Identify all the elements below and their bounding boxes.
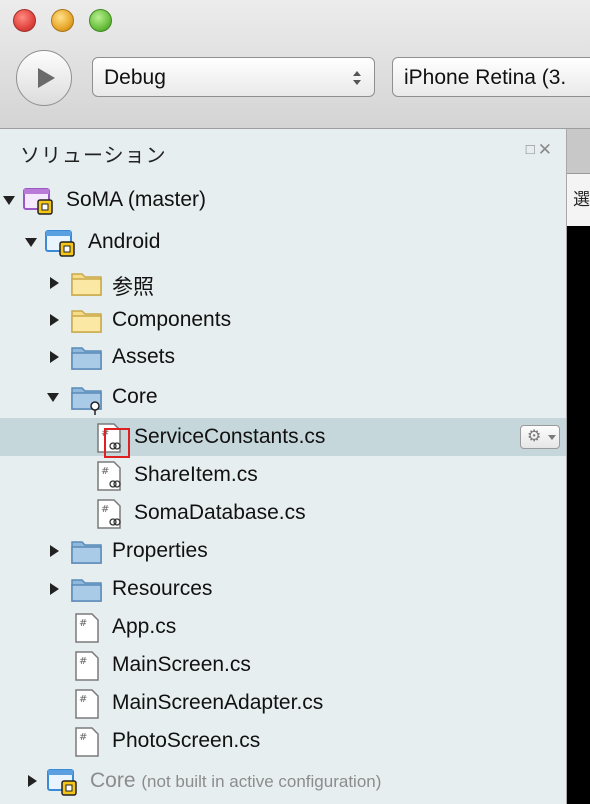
- tree-row-solution[interactable]: SoMA (master): [0, 181, 566, 219]
- tree-row-main-screen-adapter[interactable]: # MainScreenAdapter.cs: [0, 684, 566, 722]
- pin-icon[interactable]: □: [526, 142, 535, 157]
- editor-tab-label[interactable]: 選: [567, 174, 590, 226]
- run-button[interactable]: [16, 50, 72, 106]
- tree-label: MainScreen.cs: [112, 653, 251, 676]
- project-icon: [45, 230, 75, 257]
- tree-row-main-screen[interactable]: # MainScreen.cs: [0, 646, 566, 684]
- tree-row-photo-screen[interactable]: # PhotoScreen.cs: [0, 722, 566, 760]
- expand-toggle-icon[interactable]: [50, 545, 59, 557]
- tree-row-service-constants[interactable]: # ServiceConstants.cs ⚙: [0, 418, 566, 456]
- row-options-button[interactable]: ⚙: [520, 425, 560, 449]
- svg-text:#: #: [79, 656, 87, 667]
- expand-toggle-icon[interactable]: [47, 393, 59, 402]
- expand-toggle-icon[interactable]: [3, 196, 15, 205]
- expand-toggle-icon[interactable]: [50, 351, 59, 363]
- linked-folder-icon: [71, 387, 102, 415]
- svg-text:#: #: [79, 732, 87, 743]
- core-project-note: (not built in active configuration): [141, 772, 382, 791]
- tree-label: ShareItem.cs: [134, 463, 258, 486]
- cs-file-icon: #: [75, 613, 99, 643]
- minimize-window-button[interactable]: [51, 9, 74, 32]
- device-value: iPhone Retina (3.: [404, 66, 567, 89]
- expand-toggle-icon[interactable]: [25, 238, 37, 247]
- tree-row-share-item[interactable]: # ShareItem.cs: [0, 456, 566, 494]
- expand-toggle-icon[interactable]: [50, 277, 59, 289]
- tree-label: MainScreenAdapter.cs: [112, 691, 324, 714]
- tree-label: SoMA (master): [66, 188, 207, 211]
- close-window-button[interactable]: [13, 9, 36, 32]
- configuration-value: Debug: [104, 66, 166, 89]
- svg-text:#: #: [101, 466, 109, 477]
- expand-toggle-icon[interactable]: [50, 583, 59, 595]
- tree-label: Core (not built in active configuration): [90, 769, 381, 793]
- linked-cs-file-icon: #: [97, 499, 121, 529]
- pane-divider[interactable]: [566, 129, 567, 804]
- tree-label: Components: [112, 308, 232, 331]
- linked-cs-file-icon: #: [97, 461, 121, 491]
- tree-row-components[interactable]: Components: [0, 301, 566, 339]
- folder-icon: [71, 541, 102, 564]
- solution-icon: [23, 188, 53, 215]
- tree-row-app[interactable]: # App.cs: [0, 608, 566, 646]
- updown-chevron-icon: [353, 71, 361, 85]
- tree-label: Core: [112, 385, 158, 408]
- zoom-window-button[interactable]: [89, 9, 112, 32]
- tree-label: SomaDatabase.cs: [134, 501, 306, 524]
- project-icon: [47, 769, 77, 796]
- tree-label: 参照: [112, 276, 154, 299]
- tree-row-assets[interactable]: Assets: [0, 338, 566, 376]
- tree-label: Properties: [112, 539, 208, 562]
- tree-label: ServiceConstants.cs: [134, 425, 326, 448]
- cs-file-icon: #: [75, 689, 99, 719]
- tree-row-references[interactable]: 参照: [0, 264, 566, 302]
- chevron-down-icon: [548, 435, 556, 440]
- tree-row-core-project[interactable]: Core (not built in active configuration): [0, 762, 566, 800]
- svg-text:#: #: [79, 694, 87, 705]
- cs-file-icon: #: [75, 727, 99, 757]
- tree-label: Assets: [112, 345, 176, 368]
- highlight-annotation: [104, 428, 130, 458]
- folder-icon: [71, 347, 102, 370]
- editor-area: [567, 129, 590, 804]
- expand-toggle-icon[interactable]: [50, 314, 59, 326]
- folder-icon: [71, 273, 102, 296]
- tree-label: Android: [88, 230, 161, 253]
- tree-row-core-folder[interactable]: Core: [0, 378, 566, 416]
- gear-icon: ⚙: [527, 428, 542, 445]
- close-icon[interactable]: ✕: [538, 141, 552, 158]
- tree-row-resources[interactable]: Resources: [0, 570, 566, 608]
- tree-row-android-project[interactable]: Android: [0, 223, 566, 261]
- expand-toggle-icon[interactable]: [28, 775, 37, 787]
- svg-text:#: #: [101, 504, 109, 515]
- tree-row-soma-database[interactable]: # SomaDatabase.cs: [0, 494, 566, 532]
- configuration-select[interactable]: Debug: [92, 57, 375, 97]
- play-icon: [38, 68, 55, 88]
- svg-text:#: #: [79, 618, 87, 629]
- folder-icon: [71, 579, 102, 602]
- editor-tab-bar: [567, 129, 590, 174]
- tree-label: PhotoScreen.cs: [112, 729, 261, 752]
- tree-row-properties[interactable]: Properties: [0, 532, 566, 570]
- solution-pad-header: ソリューション □ ✕: [0, 129, 566, 171]
- device-select[interactable]: iPhone Retina (3.: [392, 57, 590, 97]
- tree-label: Resources: [112, 577, 213, 600]
- folder-icon: [71, 310, 102, 333]
- core-project-name: Core: [90, 769, 136, 792]
- tree-label: App.cs: [112, 615, 177, 638]
- cs-file-icon: #: [75, 651, 99, 681]
- solution-pad-title: ソリューション: [20, 145, 167, 167]
- window-toolbar: Debug iPhone Retina (3.: [0, 0, 590, 129]
